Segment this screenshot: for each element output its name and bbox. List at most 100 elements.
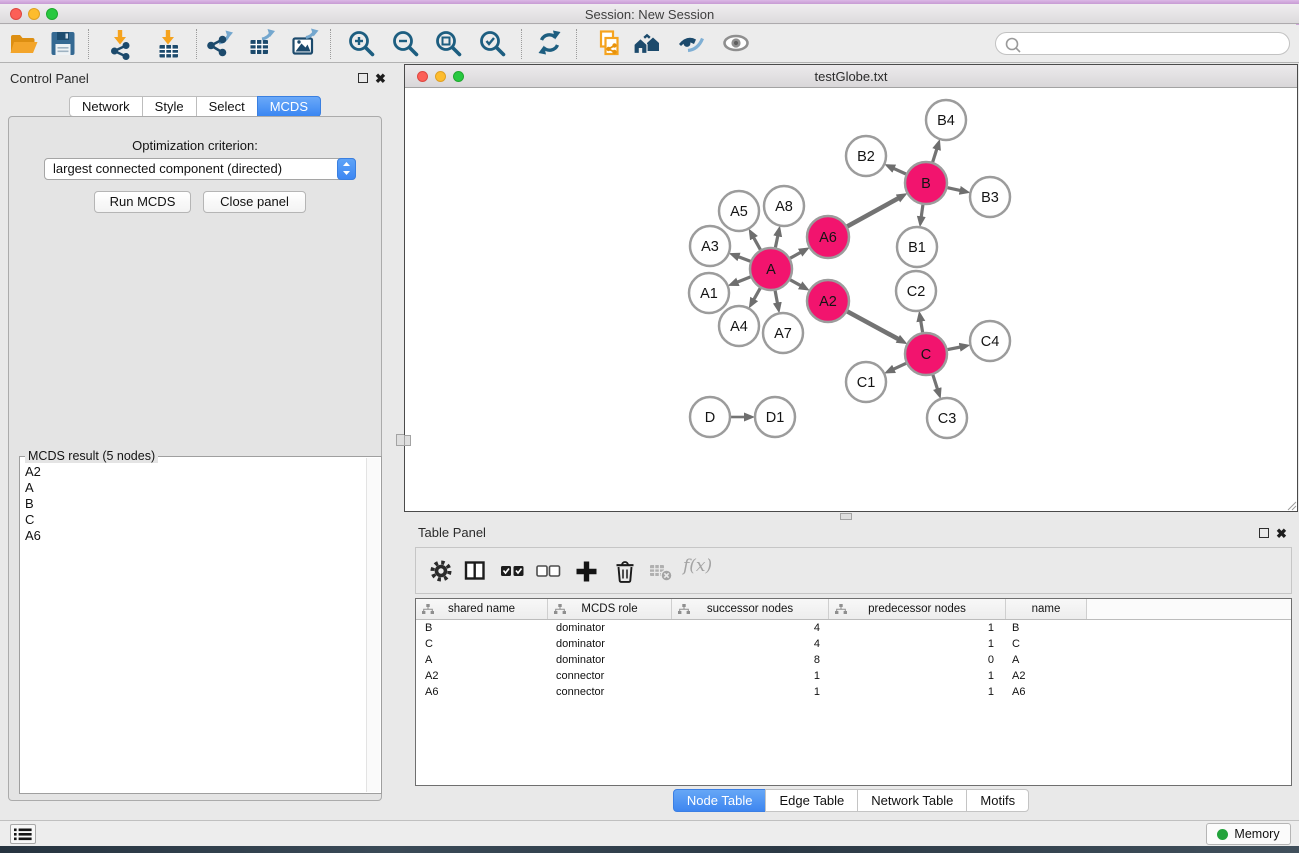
graph-edge-A-A3[interactable] [738,257,750,262]
table-row[interactable]: C dominator 4 1 C [416,636,1291,652]
column-header-mcds-role[interactable]: MCDS role [548,599,672,619]
mcds-result-legend: MCDS result (5 nodes) [25,449,158,463]
save-session-icon[interactable] [47,28,79,60]
list-item[interactable]: A6 [20,528,360,544]
graph-node-label: A6 [819,230,837,246]
shared-column-icon [422,604,434,615]
float-panel-icon[interactable] [1259,528,1269,538]
graph-edge-A-A8[interactable] [775,235,778,247]
select-all-icon[interactable] [499,559,525,585]
window-resize-grip[interactable] [1285,499,1297,511]
graph-edge-A-A4[interactable] [754,288,761,300]
close-panel-button[interactable]: Close panel [203,191,306,213]
zoom-out-icon[interactable] [390,28,422,60]
deselect-all-icon[interactable] [535,559,561,585]
network-window-titlebar[interactable]: testGlobe.txt [405,65,1297,88]
eye-details-icon[interactable] [675,28,707,60]
graph-node-label: B4 [937,113,955,129]
float-panel-icon[interactable] [358,73,368,83]
zoom-selected-icon[interactable] [477,28,509,60]
column-header-name[interactable]: name [1006,599,1087,619]
export-image-icon[interactable] [289,28,321,60]
graph-node-label: B [921,176,931,192]
graph-edge-A-A5[interactable] [754,237,761,249]
status-bar: Memory [0,820,1299,846]
table-row[interactable]: B dominator 4 1 B [416,620,1291,636]
zoom-fit-icon[interactable] [433,28,465,60]
close-panel-icon[interactable]: ✖ [375,72,386,85]
graph-edge-B-B1[interactable] [921,205,923,218]
add-icon[interactable] [574,559,600,585]
graph-edge-C-C4[interactable] [948,347,961,350]
table-row[interactable]: A dominator 8 0 A [416,652,1291,668]
import-table-icon[interactable] [153,28,185,60]
network-canvas[interactable]: B4B2BB3A5A8A6B1A3AC2A1A2A4A7C4CC1C3DD1 [405,88,1296,511]
graph-edge-C-C3[interactable] [933,375,938,390]
graph-edge-A-A7[interactable] [775,291,777,304]
tab-edge-table[interactable]: Edge Table [765,789,858,812]
list-item[interactable]: B [20,496,360,512]
refresh-icon[interactable] [534,28,566,60]
column-header-shared-name[interactable]: shared name [416,599,548,619]
column-header-predecessor-nodes[interactable]: predecessor nodes [829,599,1006,619]
mcds-tab-pane: Optimization criterion: largest connecte… [8,116,382,801]
graph-node-label: C2 [907,284,926,300]
shared-column-icon [835,604,847,615]
graph-node-label: A4 [730,319,748,335]
graph-node-label: A7 [774,326,792,342]
open-session-icon[interactable] [7,28,39,60]
eye-icon[interactable] [721,28,753,60]
tab-network[interactable]: Network [69,96,143,117]
column-header-successor-nodes[interactable]: successor nodes [672,599,829,619]
graph-edge-C-C1[interactable] [893,363,906,369]
search-field[interactable] [995,32,1290,55]
toolbar-separator [576,29,577,59]
delete-icon[interactable] [613,559,639,585]
graph-edge-A2-C[interactable] [847,312,898,340]
split-columns-icon[interactable] [463,559,489,585]
window-edge-grabber[interactable] [404,435,411,446]
tab-motifs[interactable]: Motifs [966,789,1029,812]
list-item[interactable]: A2 [20,464,360,480]
tab-style[interactable]: Style [142,96,197,117]
export-network-icon[interactable] [203,28,235,60]
graph-node-label: A5 [730,204,748,220]
search-input[interactable] [1022,35,1282,52]
houses-icon[interactable] [631,28,663,60]
zoom-in-icon[interactable] [346,28,378,60]
horizontal-splitter-grabber[interactable] [840,513,852,520]
export-table-icon[interactable] [246,28,278,60]
table-row[interactable]: A6 connector 1 1 A6 [416,684,1291,700]
list-item[interactable]: A [20,480,360,496]
list-item[interactable]: C [20,512,360,528]
show-log-button[interactable] [10,824,36,844]
clone-network-icon[interactable] [592,28,624,60]
tab-network-table[interactable]: Network Table [857,789,967,812]
scrollbar-track[interactable] [366,458,380,792]
graph-edge-B-B4[interactable] [933,149,937,162]
run-mcds-button[interactable]: Run MCDS [94,191,191,213]
table-row[interactable]: A2 connector 1 1 A2 [416,668,1291,684]
import-network-icon[interactable] [105,28,137,60]
graph-edge-B-B3[interactable] [948,188,961,191]
memory-button[interactable]: Memory [1206,823,1291,845]
settings-icon[interactable] [429,559,455,585]
control-panel-title: Control Panel [10,71,89,86]
graph-node-label: C4 [981,334,1000,350]
application-window: Session: New Session [0,0,1299,853]
graph-edge-A-A2[interactable] [790,280,801,286]
graph-edge-B-B2[interactable] [893,168,906,174]
table-panel-title: Table Panel [418,525,486,540]
tab-node-table[interactable]: Node Table [673,789,767,812]
optimization-criterion-dropdown[interactable]: largest connected component (directed) [44,158,356,180]
graph-edge-A-A1[interactable] [737,277,751,282]
toolbar-separator [88,29,89,59]
graph-edge-A-A6[interactable] [790,252,801,258]
graph-edge-C-C2[interactable] [921,321,923,333]
tab-mcds[interactable]: MCDS [257,96,321,117]
graph-edge-A6-B[interactable] [847,198,899,226]
close-panel-icon[interactable]: ✖ [1276,527,1287,540]
dropdown-value: largest connected component (directed) [53,161,282,176]
tab-select[interactable]: Select [196,96,258,117]
toolbar-separator [521,29,522,59]
